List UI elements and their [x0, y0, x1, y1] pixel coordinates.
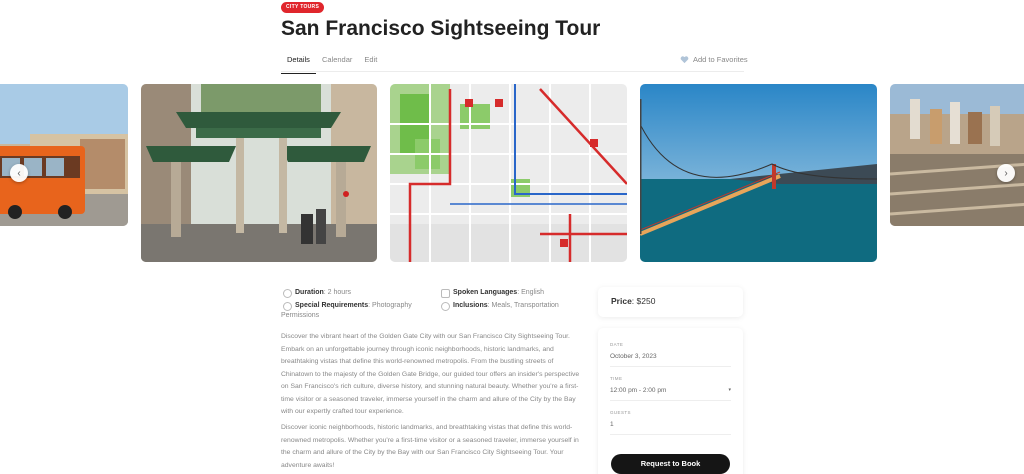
clock-icon — [283, 288, 292, 298]
languages-info: Spoken Languages: English — [441, 288, 544, 298]
plus-circle-icon — [441, 301, 450, 311]
description-paragraph-2: Discover iconic neighborhoods, historic … — [281, 424, 579, 469]
date-field[interactable]: DATE October 3, 2023 — [610, 342, 731, 367]
time-field[interactable]: TIME 12:00 pm - 2:00 pm ▾ — [610, 376, 731, 401]
price-card: Price: $250 — [598, 287, 743, 317]
date-value: October 3, 2023 — [610, 353, 657, 360]
time-value: 12:00 pm - 2:00 pm — [610, 387, 667, 394]
description-paragraph-1: Discover the vibrant heart of the Golden… — [281, 333, 580, 415]
chevron-down-icon: ▾ — [728, 387, 731, 393]
booking-card: DATE October 3, 2023 TIME 12:00 pm - 2:0… — [598, 328, 743, 474]
requirements-value-2: Permissions — [281, 312, 320, 319]
gallery-image-chinatown[interactable] — [141, 84, 377, 262]
duration-label: Duration — [295, 289, 324, 296]
time-label: TIME — [610, 376, 623, 381]
language-icon — [441, 288, 450, 298]
inclusions-info: Inclusions: Meals, Transportation — [441, 301, 559, 311]
inclusions-label: Inclusions — [453, 302, 488, 309]
requirements-label: Special Requirements — [295, 302, 369, 309]
languages-value: : English — [517, 289, 545, 296]
gallery-image-skyline[interactable] — [890, 84, 1024, 226]
page-title: San Francisco Sightseeing Tour — [281, 17, 601, 40]
requirements-value: : Photography — [368, 302, 412, 309]
chevron-left-icon: ‹ — [17, 167, 21, 179]
price-label: Price — [611, 296, 632, 306]
heart-icon — [680, 56, 689, 64]
chevron-right-icon: › — [1004, 167, 1008, 179]
tab-divider — [281, 71, 744, 72]
add-to-favorites-button[interactable]: Add to Favorites — [680, 55, 748, 64]
guests-value: 1 — [610, 421, 614, 428]
languages-label: Spoken Languages — [453, 289, 518, 296]
gallery-prev-button[interactable]: ‹ — [10, 164, 28, 182]
guests-field[interactable]: GUESTS 1 — [610, 410, 731, 435]
gallery-next-button[interactable]: › — [997, 164, 1015, 182]
requirements-info-cont: Permissions — [281, 311, 319, 321]
requirements-info: Special Requirements: Photography — [283, 301, 433, 311]
favorites-label: Add to Favorites — [693, 55, 748, 64]
gallery-image-bridge[interactable] — [640, 84, 877, 262]
duration-info: Duration: 2 hours — [283, 288, 351, 298]
photo-gallery: ‹ › — [0, 84, 1024, 262]
gallery-image-bus[interactable] — [0, 84, 128, 226]
category-badge: CITY TOURS — [281, 2, 325, 13]
check-circle-icon — [283, 301, 292, 311]
guests-label: GUESTS — [610, 410, 631, 415]
price-value: : $250 — [631, 296, 656, 306]
gallery-image-map[interactable] — [390, 84, 627, 262]
duration-value: : 2 hours — [323, 289, 352, 296]
inclusions-value: : Meals, Transportation — [487, 302, 559, 309]
request-to-book-button[interactable]: Request to Book — [611, 454, 730, 474]
date-label: DATE — [610, 342, 624, 347]
